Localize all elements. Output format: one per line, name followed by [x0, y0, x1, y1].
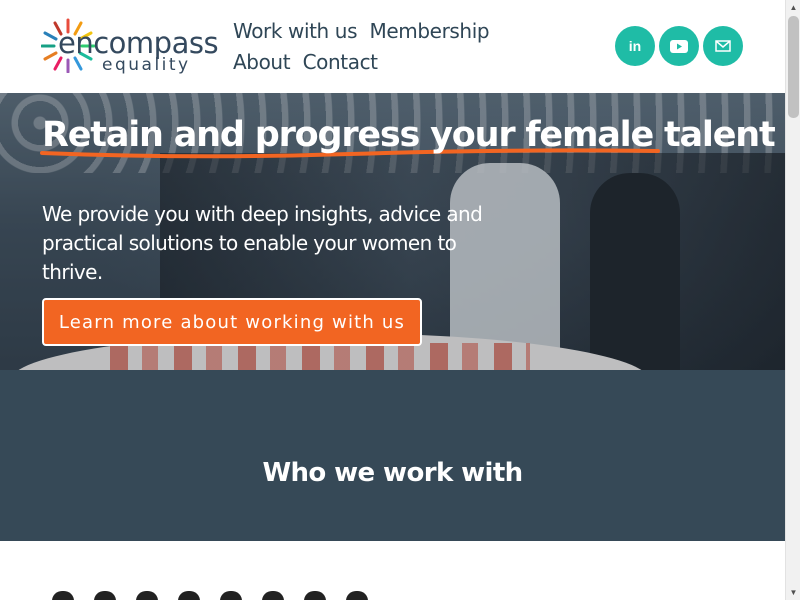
hero-description: We provide you with deep insights, advic…: [42, 202, 483, 284]
email-icon[interactable]: [703, 26, 743, 66]
client-logo: [52, 591, 74, 600]
scroll-down-arrow-icon[interactable]: ▼: [786, 585, 800, 600]
hero-title: Retain and progress your female talent: [42, 115, 776, 155]
nav-membership[interactable]: Membership: [370, 16, 490, 47]
scrollbar-thumb[interactable]: [788, 16, 799, 118]
client-logo: [94, 591, 116, 600]
site-logo[interactable]: encompass equality: [41, 18, 219, 76]
youtube-play-icon: [670, 39, 688, 53]
client-logo: [136, 591, 158, 600]
social-links: in: [615, 26, 743, 66]
client-logo: [304, 591, 326, 600]
youtube-icon[interactable]: [659, 26, 699, 66]
linkedin-icon[interactable]: in: [615, 26, 655, 66]
page-scrollbar[interactable]: ▲ ▼: [785, 0, 800, 600]
client-logo: [220, 591, 242, 600]
client-logos: [0, 541, 785, 600]
envelope-icon: [715, 40, 731, 52]
client-logo: [262, 591, 284, 600]
client-logos-row: [52, 591, 368, 600]
learn-more-button[interactable]: Learn more about working with us: [42, 298, 422, 346]
site-header: encompass equality Work with us Membersh…: [0, 0, 785, 93]
scroll-up-arrow-icon[interactable]: ▲: [786, 0, 800, 15]
logo-tagline: equality: [102, 55, 191, 75]
client-logo: [346, 591, 368, 600]
nav-work-with-us[interactable]: Work with us: [233, 16, 357, 47]
nav-contact[interactable]: Contact: [303, 47, 378, 78]
who-we-work-with-section: Who we work with: [0, 370, 785, 541]
nav-about[interactable]: About: [233, 47, 291, 78]
main-nav: Work with us Membership About Contact: [233, 16, 563, 78]
section-heading: Who we work with: [262, 458, 523, 488]
section-slant-decoration: [0, 370, 785, 430]
client-logo: [178, 591, 200, 600]
